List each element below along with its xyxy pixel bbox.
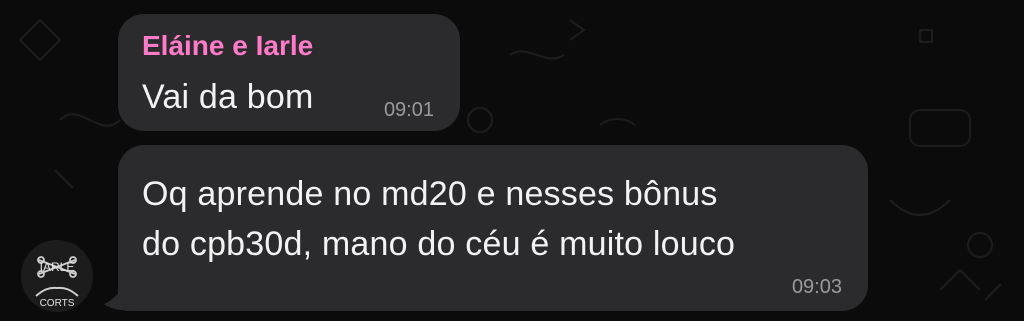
- sender-name: Eláine e Iarle: [142, 30, 314, 61]
- sticker-avatar-icon: IARLE CORTS: [21, 240, 93, 312]
- sender-avatar[interactable]: IARLE CORTS: [21, 240, 93, 312]
- message-time: 09:03: [791, 276, 842, 298]
- message-time: 09:01: [383, 99, 434, 121]
- message-bubble[interactable]: Oq aprende no md20 e nesses bônus do cpb…: [118, 145, 868, 311]
- message-text: Oq aprende no md20 e nesses bônus do cpb…: [142, 175, 736, 263]
- avatar-bottom-text: CORTS: [40, 298, 75, 309]
- avatar-top-text: IARLE: [40, 260, 75, 274]
- message-text: Vai da bom: [142, 78, 314, 116]
- message-bubble[interactable]: Eláine e Iarle Vai da bom 09:01: [118, 14, 460, 131]
